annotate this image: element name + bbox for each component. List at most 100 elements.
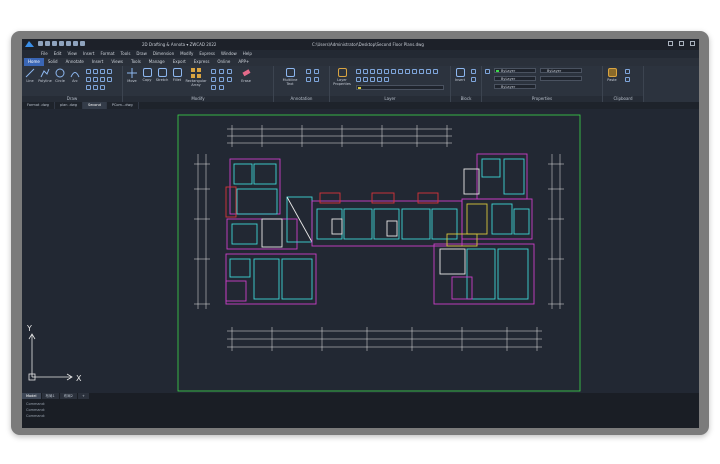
polyline-tool[interactable]: Polyline	[38, 68, 52, 83]
create-block-icon[interactable]	[471, 69, 476, 74]
menu-modify[interactable]: Modify	[177, 50, 196, 58]
leader-icon[interactable]	[314, 69, 319, 74]
donut-icon[interactable]	[86, 85, 91, 90]
doc-tab-plan[interactable]: plan .dwg	[55, 102, 83, 109]
layer-lock-icon[interactable]	[398, 69, 403, 74]
command-input[interactable]: Command:	[26, 414, 45, 418]
paste-tool[interactable]: Paste	[605, 68, 619, 82]
new-icon[interactable]	[38, 41, 43, 46]
tab-solid[interactable]: Solid	[44, 58, 62, 66]
line-tool[interactable]: Line	[23, 68, 37, 83]
tab-export[interactable]: Export	[169, 58, 190, 66]
dimension-icon[interactable]	[306, 69, 311, 74]
save-as-icon[interactable]	[59, 41, 64, 46]
menu-window[interactable]: Window	[218, 50, 240, 58]
layer-walk-icon[interactable]	[412, 69, 417, 74]
menu-format[interactable]: Format	[97, 50, 117, 58]
ray-icon[interactable]	[107, 77, 112, 82]
match-properties-icon[interactable]	[485, 69, 490, 74]
explode-icon[interactable]	[211, 85, 216, 90]
revcloud-icon[interactable]	[100, 85, 105, 90]
layout-tab-1[interactable]: 布局1	[41, 393, 59, 399]
mirror-icon[interactable]	[211, 77, 216, 82]
layer-thaw-icon[interactable]	[363, 77, 368, 82]
menu-insert[interactable]: Insert	[80, 50, 97, 58]
rectangle-icon[interactable]	[86, 69, 91, 74]
layer-copy-icon[interactable]	[370, 77, 375, 82]
layer-merge-icon[interactable]	[419, 69, 424, 74]
trim-icon[interactable]	[219, 69, 224, 74]
plotstyle-dropdown[interactable]	[540, 76, 582, 81]
tab-tools[interactable]: Tools	[127, 58, 145, 66]
tab-views[interactable]: Views	[107, 58, 127, 66]
print-icon[interactable]	[66, 41, 71, 46]
hatch-icon[interactable]	[93, 69, 98, 74]
minimize-icon[interactable]	[668, 41, 673, 46]
menu-edit[interactable]: Edit	[51, 50, 65, 58]
layout-tab-model[interactable]: Model	[22, 393, 41, 399]
open-icon[interactable]	[45, 41, 50, 46]
multiline-text-tool[interactable]: Multiline Text	[279, 68, 301, 86]
redo-icon[interactable]	[80, 41, 85, 46]
spline-icon[interactable]	[86, 77, 91, 82]
doc-tab-second[interactable]: Second	[82, 102, 107, 109]
layer-match-icon[interactable]	[363, 69, 368, 74]
polygon-icon[interactable]	[100, 77, 105, 82]
maximize-icon[interactable]	[679, 41, 684, 46]
layout-tab-add[interactable]: +	[77, 393, 89, 399]
doc-tab-pcom[interactable]: PCom...dwg	[107, 102, 139, 109]
layer-unlock-icon[interactable]	[405, 69, 410, 74]
layer-on-icon[interactable]	[356, 77, 361, 82]
workspace-title[interactable]: 2D Drafting & Annota ▾ ZWCAD 2022	[142, 39, 216, 50]
insert-tool[interactable]: Insert	[453, 68, 467, 82]
layer-freeze-icon[interactable]	[384, 69, 389, 74]
erase-tool[interactable]: Erase	[239, 68, 253, 83]
ellipse-icon[interactable]	[100, 69, 105, 74]
menu-help[interactable]: Help	[240, 50, 255, 58]
tab-home[interactable]: Home	[24, 58, 44, 66]
region-icon[interactable]	[93, 77, 98, 82]
copy-tool[interactable]: Copy	[140, 68, 154, 82]
tab-manage[interactable]: Manage	[145, 58, 169, 66]
layer-previous-icon[interactable]	[370, 69, 375, 74]
menu-tools[interactable]: Tools	[118, 50, 134, 58]
linetype-dropdown[interactable]: ByLayer	[540, 68, 582, 73]
break-icon[interactable]	[219, 85, 224, 90]
cut-icon[interactable]	[625, 69, 630, 74]
layer-off-icon[interactable]	[391, 69, 396, 74]
layer-properties-tool[interactable]: Layer Properties	[332, 68, 352, 86]
layer-change-icon[interactable]	[377, 77, 382, 82]
arc-tool[interactable]: Arc	[68, 68, 82, 83]
offset-icon[interactable]	[227, 77, 232, 82]
transparency-dropdown[interactable]: ByLayer	[494, 84, 536, 89]
color-dropdown[interactable]: ByLayer	[494, 68, 536, 73]
edit-block-icon[interactable]	[471, 77, 476, 82]
table-icon[interactable]	[306, 77, 311, 82]
copy-clip-icon[interactable]	[625, 77, 630, 82]
mark-icon[interactable]	[314, 77, 319, 82]
menu-express[interactable]: Express	[196, 50, 218, 58]
rectangular-array-tool[interactable]: Rectangular Array	[185, 68, 207, 87]
tab-annotate[interactable]: Annotate	[62, 58, 88, 66]
doc-tab-format[interactable]: Format .dwg	[22, 102, 55, 109]
menu-view[interactable]: View	[64, 50, 80, 58]
move-tool[interactable]: Move	[125, 68, 139, 83]
undo-icon[interactable]	[73, 41, 78, 46]
tab-online[interactable]: Online	[213, 58, 234, 66]
close-icon[interactable]	[690, 41, 695, 46]
layout-tab-2[interactable]: 布局2	[59, 393, 77, 399]
layer-isolate-icon[interactable]	[377, 69, 382, 74]
drawing-canvas[interactable]: Y X	[22, 109, 699, 393]
menu-draw[interactable]: Draw	[133, 50, 149, 58]
wipeout-icon[interactable]	[93, 85, 98, 90]
stretch-tool[interactable]: Stretch	[155, 68, 169, 82]
rotate-icon[interactable]	[211, 69, 216, 74]
layer-translate-icon[interactable]	[433, 69, 438, 74]
lineweight-dropdown[interactable]: ByLayer	[494, 76, 536, 81]
menu-dimension[interactable]: Dimension	[150, 50, 177, 58]
layer-current-icon[interactable]	[384, 77, 389, 82]
save-icon[interactable]	[52, 41, 57, 46]
extend-icon[interactable]	[227, 69, 232, 74]
tab-app-plus[interactable]: APP+	[234, 58, 253, 66]
layer-dropdown[interactable]	[356, 85, 444, 90]
